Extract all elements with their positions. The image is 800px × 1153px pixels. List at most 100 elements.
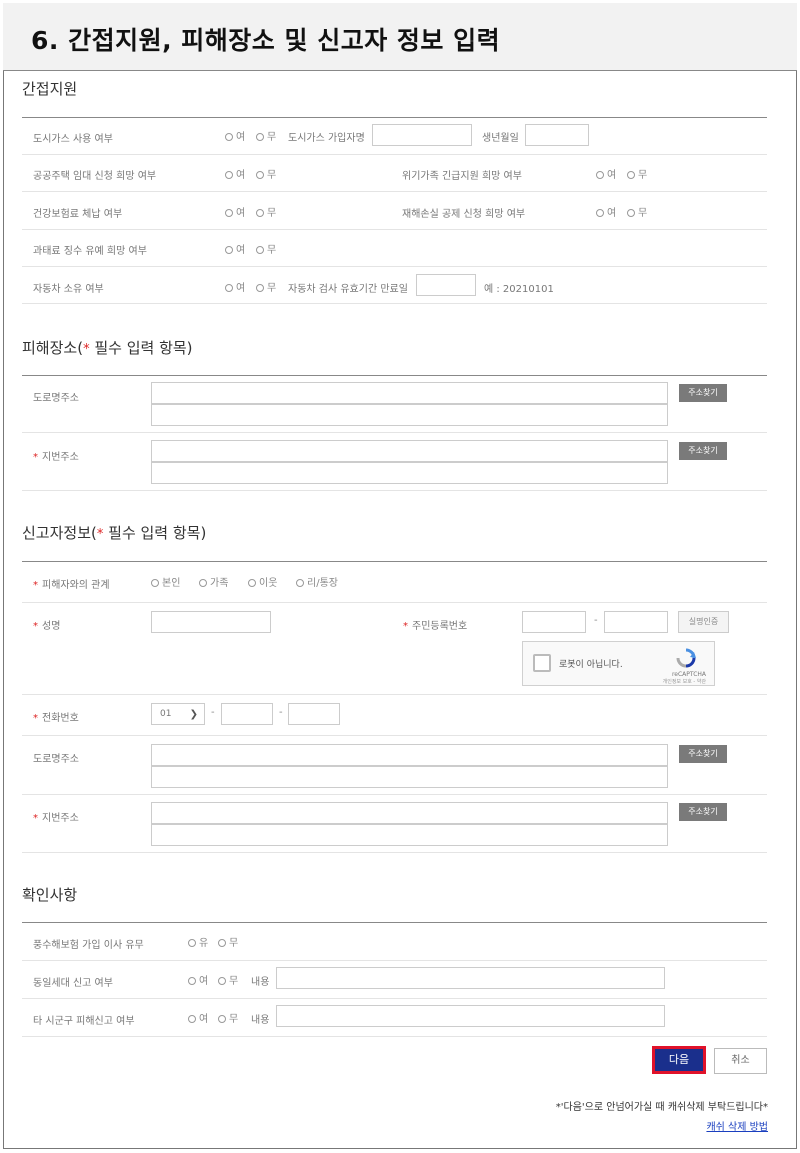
cache-delete-link[interactable]: 캐쉬 삭제 방법 — [706, 1118, 768, 1133]
phone-separator: - — [211, 707, 215, 718]
cache-notice: *'다음'으로 안넘어가실 때 캐쉬삭제 부탁드립니다* — [555, 1102, 768, 1113]
row-divider — [22, 266, 767, 267]
row-divider — [22, 229, 767, 230]
car-inspection-example: 예 : 20210101 — [484, 284, 554, 295]
disaster-deduction-label: 재해손실 공제 신청 희망 여부 — [402, 209, 526, 220]
crisis-support-yes-radio[interactable]: 여 — [596, 166, 616, 181]
damage-lot-address-detail-input[interactable] — [151, 462, 668, 484]
city-gas-subscriber-label: 도시가스 가입자명 — [288, 133, 365, 144]
required-star-icon: * — [33, 713, 38, 724]
same-household-content-label: 내용 — [251, 977, 270, 988]
name-input[interactable] — [151, 611, 271, 633]
rrn-label: * 주민등록번호 — [403, 621, 468, 632]
required-star-icon: * — [33, 580, 38, 591]
rrn-separator: - — [594, 615, 598, 626]
birthdate-input[interactable] — [525, 124, 589, 146]
next-button[interactable]: 다음 — [652, 1046, 706, 1074]
name-label: * 성명 — [33, 621, 61, 632]
phone-last-input[interactable] — [288, 703, 340, 725]
reporter-lot-address-search-button[interactable]: 주소찾기 — [679, 803, 727, 821]
health-insurance-label: 건강보험료 체납 여부 — [33, 209, 123, 220]
verify-name-button[interactable]: 실명인증 — [678, 611, 729, 633]
health-insurance-yes-radio[interactable]: 여 — [225, 204, 245, 219]
relation-label: * 피해자와의 관계 — [33, 580, 110, 591]
phone-prefix-select[interactable]: 01 ❯ — [151, 703, 205, 725]
disaster-deduction-yes-radio[interactable]: 여 — [596, 204, 616, 219]
crisis-support-no-radio[interactable]: 무 — [627, 166, 647, 181]
car-no-radio[interactable]: 무 — [256, 279, 276, 294]
rrn-back-input[interactable] — [604, 611, 668, 633]
car-inspection-input[interactable] — [416, 274, 476, 296]
disaster-deduction-no-radio[interactable]: 무 — [627, 204, 647, 219]
damage-road-address-detail-input[interactable] — [151, 404, 668, 426]
relation-village-head-radio[interactable]: 리/통장 — [296, 574, 338, 589]
public-housing-yes-radio[interactable]: 여 — [225, 166, 245, 181]
reporter-lot-address-detail-input[interactable] — [151, 824, 668, 846]
row-divider — [22, 602, 767, 603]
row-divider — [22, 694, 767, 695]
flood-insurance-yes-radio[interactable]: 유 — [188, 934, 208, 949]
section-divider — [22, 561, 767, 562]
recaptcha-text: 로봇이 아닙니다. — [559, 660, 623, 670]
required-star-icon: * — [33, 621, 38, 632]
other-region-yes-radio[interactable]: 여 — [188, 1010, 208, 1025]
recaptcha-terms[interactable]: 개인정보 보호 - 약관 — [663, 678, 706, 685]
row-divider — [22, 432, 767, 433]
public-housing-label: 공공주택 임대 신청 희망 여부 — [33, 171, 157, 182]
recaptcha-checkbox[interactable] — [533, 654, 551, 672]
other-region-no-radio[interactable]: 무 — [218, 1010, 238, 1025]
reporter-road-address-detail-input[interactable] — [151, 766, 668, 788]
same-household-content-input[interactable] — [276, 967, 665, 989]
flood-insurance-no-radio[interactable]: 무 — [218, 934, 238, 949]
damage-lot-address-label: * 지번주소 — [33, 452, 79, 463]
required-star-icon: * — [33, 813, 38, 824]
car-yes-radio[interactable]: 여 — [225, 279, 245, 294]
reporter-road-address-input[interactable] — [151, 744, 668, 766]
rrn-front-input[interactable] — [522, 611, 586, 633]
phone-separator: - — [279, 707, 283, 718]
row-divider — [22, 998, 767, 999]
phone-middle-input[interactable] — [221, 703, 273, 725]
city-gas-yes-radio[interactable]: 여 — [225, 128, 245, 143]
section-title-damage-place: 피해장소(* 필수 입력 항목) — [22, 339, 193, 357]
recaptcha-brand: reCAPTCHA — [671, 671, 706, 678]
reporter-lot-address-input[interactable] — [151, 802, 668, 824]
chevron-down-icon: ❯ — [189, 709, 198, 720]
other-region-content-label: 내용 — [251, 1015, 270, 1026]
relation-family-radio[interactable]: 가족 — [199, 574, 228, 589]
damage-road-address-label: 도로명주소 — [33, 393, 79, 404]
required-star-icon: * — [403, 621, 408, 632]
city-gas-subscriber-input[interactable] — [372, 124, 472, 146]
section-title-indirect: 간접지원 — [22, 80, 78, 98]
health-insurance-no-radio[interactable]: 무 — [256, 204, 276, 219]
same-household-yes-radio[interactable]: 여 — [188, 972, 208, 987]
row-divider — [22, 191, 767, 192]
recaptcha-widget: 로봇이 아닙니다. reCAPTCHA 개인정보 보호 - 약관 — [522, 641, 715, 686]
other-region-content-input[interactable] — [276, 1005, 665, 1027]
cancel-button[interactable]: 취소 — [714, 1048, 767, 1074]
row-divider — [22, 490, 767, 491]
section-title-reporter: 신고자정보(* 필수 입력 항목) — [22, 524, 207, 542]
required-star-icon: * — [83, 342, 90, 357]
relation-self-radio[interactable]: 본인 — [151, 574, 180, 589]
damage-lot-address-input[interactable] — [151, 440, 668, 462]
reporter-road-address-search-button[interactable]: 주소찾기 — [679, 745, 727, 763]
fine-no-radio[interactable]: 무 — [256, 241, 276, 256]
damage-road-address-search-button[interactable]: 주소찾기 — [679, 384, 727, 402]
fine-yes-radio[interactable]: 여 — [225, 241, 245, 256]
required-star-icon: * — [33, 452, 38, 463]
damage-lot-address-search-button[interactable]: 주소찾기 — [679, 442, 727, 460]
fine-label: 과태료 징수 유예 희망 여부 — [33, 246, 147, 257]
section-divider — [22, 375, 767, 376]
damage-road-address-input[interactable] — [151, 382, 668, 404]
phone-label: * 전화번호 — [33, 713, 79, 724]
public-housing-no-radio[interactable]: 무 — [256, 166, 276, 181]
city-gas-no-radio[interactable]: 무 — [256, 128, 276, 143]
same-household-no-radio[interactable]: 무 — [218, 972, 238, 987]
recaptcha-logo-icon — [676, 648, 696, 668]
section-divider — [22, 117, 767, 118]
required-star-icon: * — [96, 527, 104, 542]
relation-neighbor-radio[interactable]: 이웃 — [248, 574, 277, 589]
same-household-label: 동일세대 신고 여부 — [33, 978, 113, 989]
city-gas-label: 도시가스 사용 여부 — [33, 134, 113, 145]
